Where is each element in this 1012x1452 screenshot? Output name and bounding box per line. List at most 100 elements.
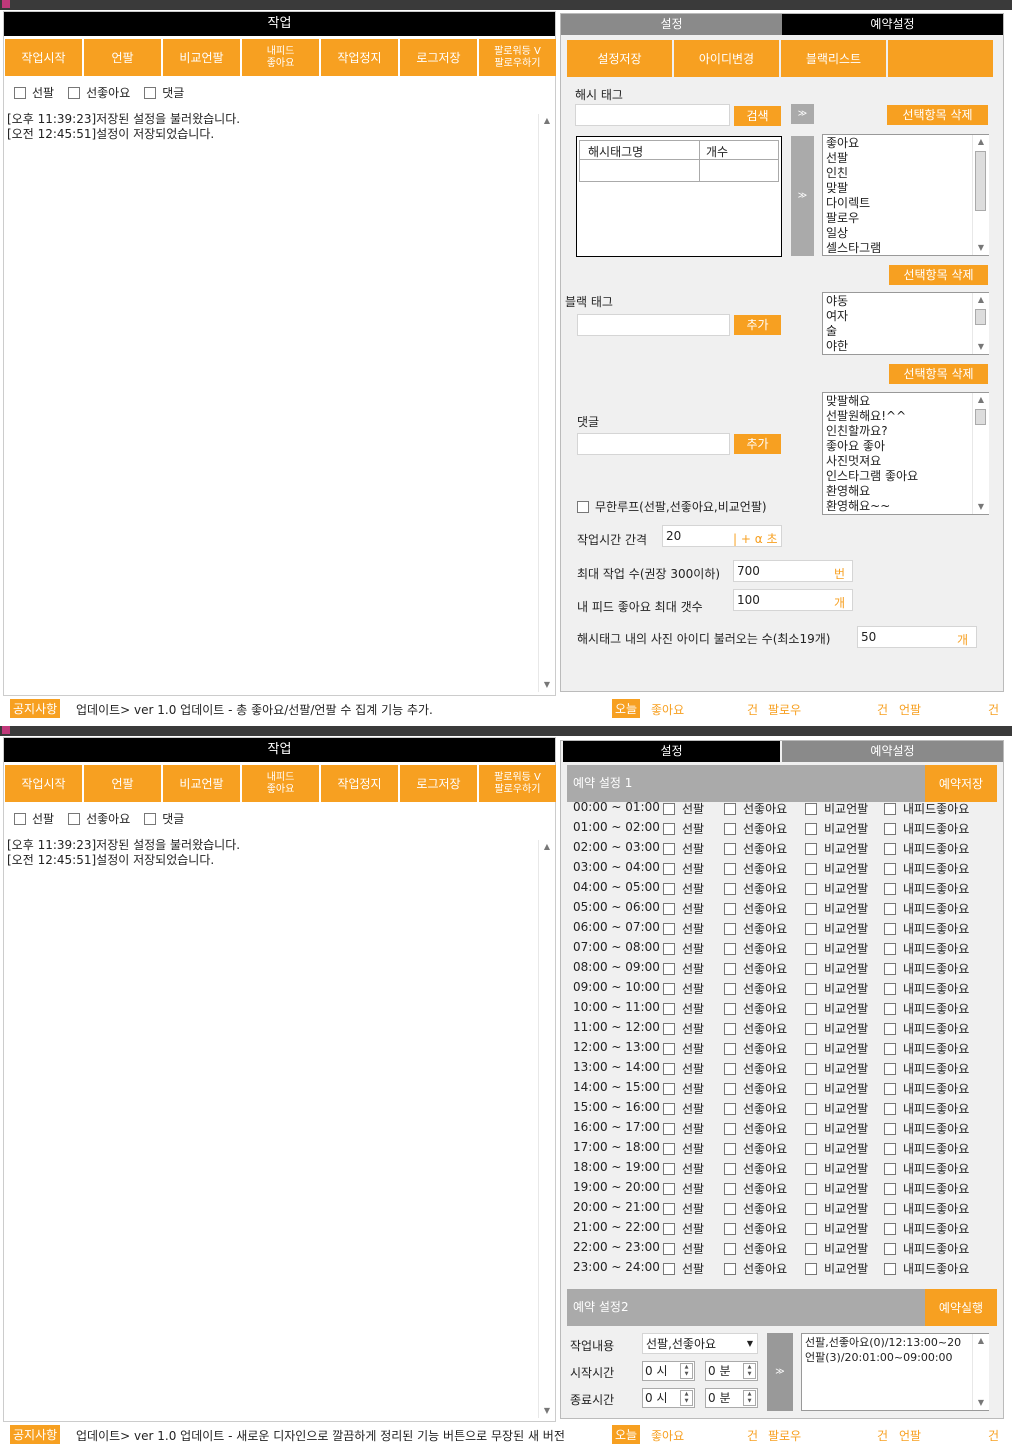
option-like[interactable]: 선좋아요 bbox=[68, 84, 130, 101]
checkbox[interactable] bbox=[884, 1222, 896, 1235]
schedule-option[interactable]: 비교언팔 bbox=[805, 1040, 868, 1057]
checkbox[interactable] bbox=[724, 1162, 736, 1175]
follow-followers-button[interactable]: 팔로워등 V 팔로우하기 bbox=[479, 39, 556, 76]
option-follow[interactable]: 선팔 bbox=[14, 810, 54, 827]
schedule-option[interactable]: 선좋아요 bbox=[724, 840, 787, 857]
tab-settings[interactable]: 설정 bbox=[563, 741, 780, 762]
list-item[interactable]: 팔로우 bbox=[826, 211, 988, 226]
checkbox[interactable] bbox=[805, 1102, 817, 1115]
checkbox[interactable] bbox=[663, 1102, 675, 1115]
schedule-option[interactable]: 선팔 bbox=[663, 1020, 704, 1037]
schedule-option[interactable]: 선팔 bbox=[663, 1120, 704, 1137]
checkbox[interactable] bbox=[805, 1062, 817, 1075]
stop-button[interactable]: 작업정지 bbox=[321, 765, 398, 802]
scroll-down-icon[interactable]: ▼ bbox=[539, 678, 555, 692]
checkbox[interactable] bbox=[805, 1122, 817, 1135]
checkbox[interactable] bbox=[724, 1082, 736, 1095]
schedule-option[interactable]: 선좋아요 bbox=[724, 820, 787, 837]
schedule-option[interactable]: 내피드좋아요 bbox=[884, 1060, 969, 1077]
checkbox[interactable] bbox=[724, 1242, 736, 1255]
schedule-option[interactable]: 비교언팔 bbox=[805, 1240, 868, 1257]
checkbox[interactable] bbox=[724, 1062, 736, 1075]
schedule-option[interactable]: 비교언팔 bbox=[805, 1200, 868, 1217]
checkbox[interactable] bbox=[884, 982, 896, 995]
schedule-option[interactable]: 선팔 bbox=[663, 1260, 704, 1277]
end-minute-spinner[interactable]: 0 분 ▲ ▼ bbox=[705, 1388, 758, 1408]
add-reserve-arrow-icon[interactable]: ≫ bbox=[767, 1333, 793, 1411]
checkbox[interactable] bbox=[663, 802, 675, 815]
checkbox[interactable] bbox=[884, 902, 896, 915]
schedule-option[interactable]: 비교언팔 bbox=[805, 1260, 868, 1277]
list-item[interactable]: 환영해요 bbox=[826, 484, 988, 499]
hashtag-list-scrollbar[interactable]: ▲ ▼ bbox=[972, 135, 989, 255]
list-item[interactable]: 선팔 bbox=[826, 151, 988, 166]
checkbox[interactable] bbox=[884, 1262, 896, 1275]
schedule-option[interactable]: 선좋아요 bbox=[724, 1100, 787, 1117]
option-comment[interactable]: 댓글 bbox=[144, 810, 184, 827]
schedule-option[interactable]: 선팔 bbox=[663, 1220, 704, 1237]
schedule-option[interactable]: 내피드좋아요 bbox=[884, 920, 969, 937]
scroll-down-icon[interactable]: ▼ bbox=[973, 1396, 989, 1410]
checkbox[interactable] bbox=[663, 1162, 675, 1175]
content-select[interactable]: 선팔,선좋아요 ▼ bbox=[642, 1333, 758, 1354]
checkbox[interactable] bbox=[663, 862, 675, 875]
spin-icon[interactable]: ▲ ▼ bbox=[680, 1363, 693, 1379]
checkbox[interactable] bbox=[884, 1142, 896, 1155]
list-item[interactable]: 야동 bbox=[826, 294, 988, 309]
checkbox[interactable] bbox=[724, 1122, 736, 1135]
checkbox[interactable] bbox=[805, 1202, 817, 1215]
schedule-option[interactable]: 비교언팔 bbox=[805, 840, 868, 857]
checkbox[interactable] bbox=[884, 802, 896, 815]
scroll-up-icon[interactable]: ▲ bbox=[973, 135, 989, 149]
list-item[interactable]: 맞팔 bbox=[826, 181, 988, 196]
black-list-scrollbar[interactable]: ▲ ▼ bbox=[972, 293, 989, 354]
blacklist-button[interactable]: 블랙리스트 bbox=[781, 40, 886, 77]
list-item[interactable]: 다이렉트 bbox=[826, 196, 988, 211]
schedule-option[interactable]: 선좋아요 bbox=[724, 1000, 787, 1017]
spin-icon[interactable]: ▲ ▼ bbox=[680, 1390, 693, 1406]
checkbox[interactable] bbox=[663, 842, 675, 855]
schedule-option[interactable]: 내피드좋아요 bbox=[884, 820, 969, 837]
schedule-option[interactable]: 선팔 bbox=[663, 820, 704, 837]
schedule-option[interactable]: 내피드좋아요 bbox=[884, 860, 969, 877]
schedule-option[interactable]: 비교언팔 bbox=[805, 1080, 868, 1097]
checkbox[interactable] bbox=[805, 1142, 817, 1155]
schedule-option[interactable]: 내피드좋아요 bbox=[884, 1220, 969, 1237]
schedule-option[interactable]: 선좋아요 bbox=[724, 880, 787, 897]
checkbox[interactable] bbox=[805, 822, 817, 835]
checkbox[interactable] bbox=[724, 902, 736, 915]
hashtag-grid[interactable]: 해시태그명 개수 bbox=[576, 136, 782, 257]
checkbox[interactable] bbox=[805, 922, 817, 935]
scroll-down-icon[interactable]: ▼ bbox=[973, 241, 989, 255]
schedule-option[interactable]: 선팔 bbox=[663, 900, 704, 917]
checkbox[interactable] bbox=[884, 822, 896, 835]
transfer-arrow-icon[interactable]: ≫ bbox=[791, 136, 814, 256]
schedule-option[interactable]: 내피드좋아요 bbox=[884, 800, 969, 817]
schedule-option[interactable]: 비교언팔 bbox=[805, 1020, 868, 1037]
schedule-option[interactable]: 내피드좋아요 bbox=[884, 1140, 969, 1157]
tab-settings[interactable]: 설정 bbox=[561, 14, 782, 35]
schedule-option[interactable]: 선좋아요 bbox=[724, 920, 787, 937]
tab-reserve[interactable]: 예약설정 bbox=[782, 14, 1003, 35]
log-scrollbar[interactable]: ▲ ▼ bbox=[538, 840, 555, 1418]
reserve-result-list[interactable]: 선팔,선좋아요(0)/12:13:00~20 언팔(3)/20:01:00~09… bbox=[801, 1333, 989, 1411]
checkbox[interactable] bbox=[663, 1182, 675, 1195]
list-item[interactable]: 선팔,선좋아요(0)/12:13:00~20 bbox=[805, 1335, 988, 1350]
checkbox[interactable] bbox=[724, 1022, 736, 1035]
schedule-option[interactable]: 내피드좋아요 bbox=[884, 1180, 969, 1197]
checkbox[interactable] bbox=[805, 902, 817, 915]
schedule-option[interactable]: 비교언팔 bbox=[805, 1180, 868, 1197]
checkbox[interactable] bbox=[14, 86, 26, 99]
schedule-option[interactable]: 내피드좋아요 bbox=[884, 1080, 969, 1097]
option-like[interactable]: 선좋아요 bbox=[68, 810, 130, 827]
checkbox[interactable] bbox=[884, 1022, 896, 1035]
start-minute-spinner[interactable]: 0 분 ▲ ▼ bbox=[705, 1361, 758, 1381]
schedule-option[interactable]: 선팔 bbox=[663, 880, 704, 897]
checkbox[interactable] bbox=[663, 1062, 675, 1075]
checkbox[interactable] bbox=[724, 842, 736, 855]
schedule-option[interactable]: 선팔 bbox=[663, 1060, 704, 1077]
checkbox[interactable] bbox=[68, 812, 81, 825]
result-scrollbar[interactable]: ▲ ▼ bbox=[972, 1334, 989, 1410]
checkbox[interactable] bbox=[724, 1042, 736, 1055]
save-log-button[interactable]: 로그저장 bbox=[400, 39, 477, 76]
